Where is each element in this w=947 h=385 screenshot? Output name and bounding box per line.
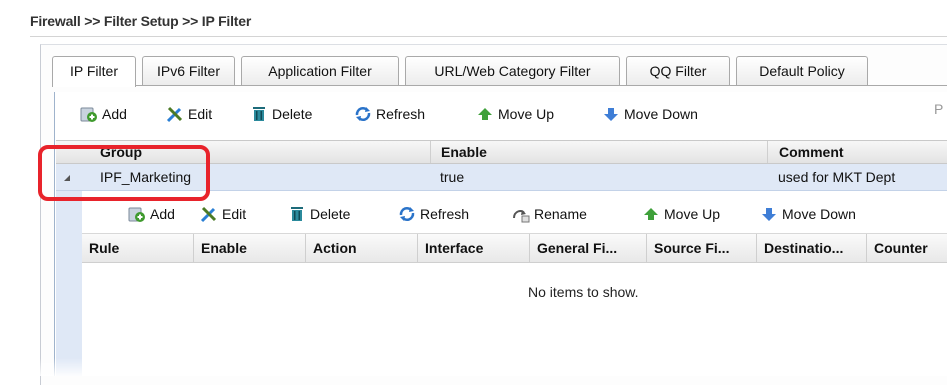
- tab-ip-filter[interactable]: IP Filter: [52, 56, 136, 87]
- trash-icon: [288, 205, 306, 223]
- edit-rule-label: Edit: [222, 206, 247, 222]
- refresh-icon: [354, 105, 372, 123]
- column-header-comment[interactable]: Comment: [767, 141, 947, 163]
- move-up-rule-button[interactable]: Move Up: [642, 201, 720, 227]
- column-header-general-filter[interactable]: General Fi...: [529, 234, 646, 262]
- move-up-rule-label: Move Up: [664, 206, 721, 222]
- group-enable-cell: true: [440, 169, 465, 185]
- bottom-fade: [0, 358, 947, 376]
- column-header-action[interactable]: Action: [305, 234, 417, 262]
- arrow-down-icon: [760, 205, 778, 223]
- refresh-group-label: Refresh: [376, 106, 426, 122]
- add-rule-label: Add: [150, 206, 175, 222]
- move-down-rule-button[interactable]: Move Down: [760, 201, 856, 227]
- move-down-rule-label: Move Down: [782, 206, 856, 222]
- rename-rule-label: Rename: [534, 206, 587, 222]
- header-divider: [30, 36, 947, 37]
- refresh-icon: [398, 205, 416, 223]
- arrow-up-icon: [642, 205, 660, 223]
- rule-toolbar: Add Edit Delete Refresh Rename Move Up M…: [128, 201, 908, 227]
- refresh-rule-button[interactable]: Refresh: [398, 201, 469, 227]
- rule-table-header: Rule Enable Action Interface General Fi.…: [82, 233, 947, 263]
- add-rule-button[interactable]: Add: [128, 201, 175, 227]
- column-header-interface[interactable]: Interface: [417, 234, 529, 262]
- trash-icon: [250, 105, 268, 123]
- move-down-group-label: Move Down: [624, 106, 698, 122]
- edit-rule-button[interactable]: Edit: [200, 201, 246, 227]
- move-up-group-button[interactable]: Move Up: [476, 101, 554, 127]
- edit-icon: [200, 205, 218, 223]
- edit-group-label: Edit: [188, 106, 213, 122]
- group-comment-cell: used for MKT Dept: [778, 169, 896, 185]
- move-up-group-label: Move Up: [498, 106, 555, 122]
- column-header-enable[interactable]: Enable: [193, 234, 305, 262]
- row-expander-band: [56, 191, 82, 376]
- add-icon: [80, 105, 98, 123]
- add-group-label: Add: [102, 106, 127, 122]
- tab-application-filter[interactable]: Application Filter: [241, 56, 399, 85]
- group-toolbar: Add Edit Delete Refresh Move Up Move Dow…: [80, 101, 930, 127]
- column-header-enable[interactable]: Enable: [430, 141, 774, 163]
- tab-qq-filter[interactable]: QQ Filter: [626, 56, 730, 85]
- arrow-down-icon: [602, 105, 620, 123]
- delete-rule-button[interactable]: Delete: [288, 201, 350, 227]
- breadcrumb: Firewall >> Filter Setup >> IP Filter: [30, 13, 252, 29]
- column-header-counter[interactable]: Counter: [866, 234, 947, 262]
- delete-rule-label: Delete: [310, 206, 351, 222]
- delete-group-label: Delete: [272, 106, 313, 122]
- add-group-button[interactable]: Add: [80, 101, 127, 127]
- empty-message: No items to show.: [528, 284, 639, 300]
- tab-strip-line: [52, 85, 947, 86]
- truncated-toolbar-text: P: [934, 101, 944, 117]
- move-down-group-button[interactable]: Move Down: [602, 101, 698, 127]
- delete-group-button[interactable]: Delete: [250, 101, 312, 127]
- column-header-source-filter[interactable]: Source Fi...: [646, 234, 756, 262]
- tab-url-web-category-filter[interactable]: URL/Web Category Filter: [405, 56, 620, 85]
- tab-ipv6-filter[interactable]: IPv6 Filter: [142, 56, 235, 85]
- add-icon: [128, 205, 146, 223]
- rename-rule-button[interactable]: Rename: [512, 201, 587, 227]
- refresh-rule-label: Refresh: [420, 206, 470, 222]
- column-header-rule[interactable]: Rule: [82, 234, 193, 262]
- tab-default-policy[interactable]: Default Policy: [736, 56, 868, 85]
- edit-group-button[interactable]: Edit: [166, 101, 212, 127]
- edit-icon: [166, 105, 184, 123]
- column-header-destination[interactable]: Destinatio...: [756, 234, 866, 262]
- arrow-up-icon: [476, 105, 494, 123]
- refresh-group-button[interactable]: Refresh: [354, 101, 425, 127]
- highlight-annotation: [38, 145, 210, 201]
- rename-icon: [512, 205, 530, 223]
